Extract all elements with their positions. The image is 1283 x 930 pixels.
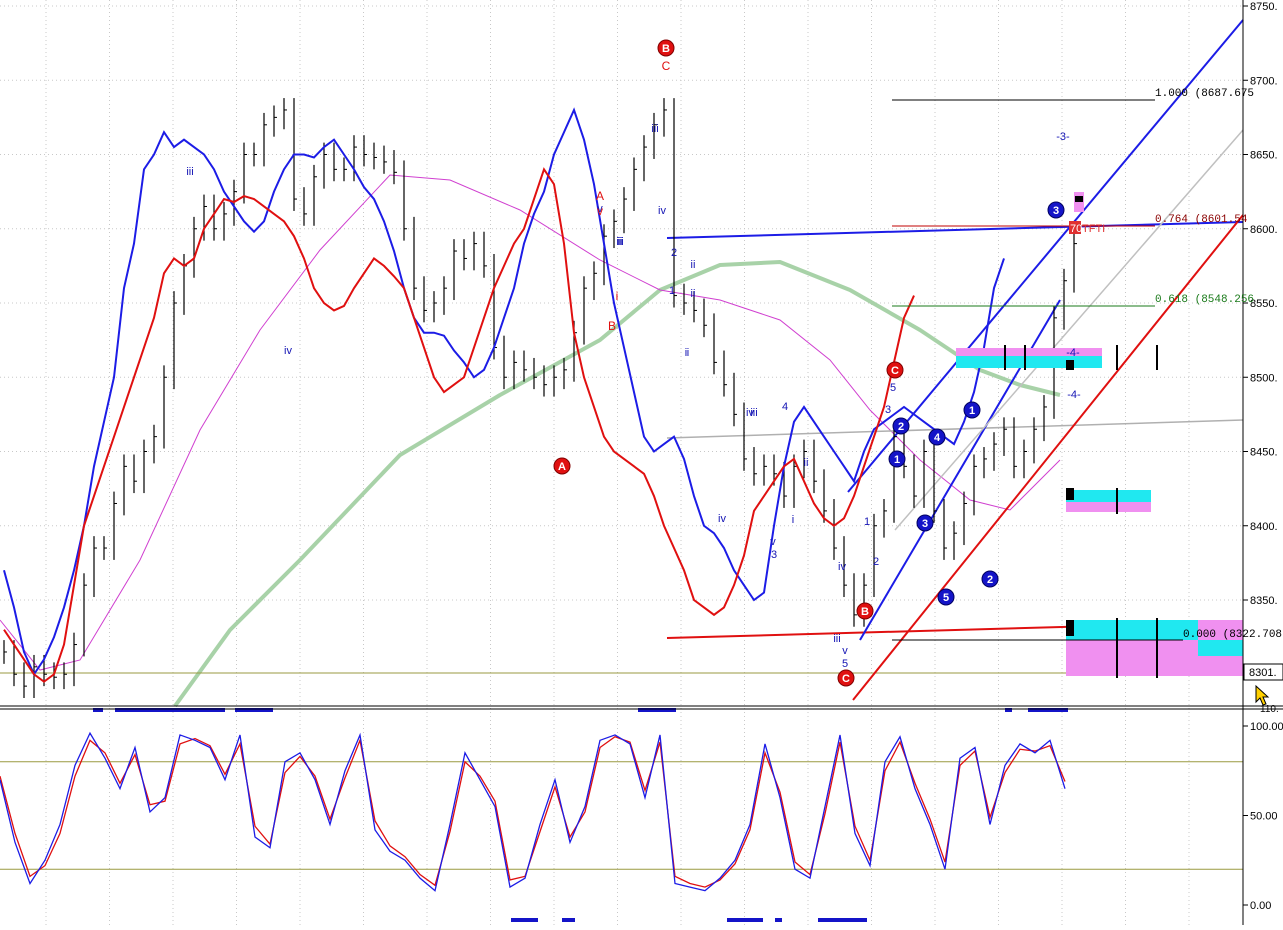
- wave-label-blue: iii: [833, 633, 840, 645]
- price-tick-label: 8350.: [1250, 595, 1278, 607]
- wave-label-blue: iv: [746, 407, 754, 419]
- zone-cyan-4: [1198, 640, 1243, 656]
- wave-circle-blue-text: 5: [943, 592, 949, 604]
- chart-stage: iii iv iii ii iv v iii iv ii ii iv i 2 1 i ii i iii v 3 iv 4 i…: [0, 0, 1283, 925]
- wave-label-blue: iii: [186, 166, 193, 178]
- tfti-box-number: 70: [1070, 223, 1082, 235]
- wave-label-blue: -4-: [1066, 347, 1080, 359]
- wave-circle-blue-text: 2: [987, 574, 993, 586]
- osc-signal-bar: [511, 918, 538, 922]
- wave-circle-blue-text: 3: [1053, 205, 1059, 217]
- zone-block: [1066, 488, 1074, 500]
- price-tick-label: 8700.: [1250, 75, 1278, 87]
- price-tick-label: 8500.: [1250, 372, 1278, 384]
- wave-label-blue: 3: [771, 549, 777, 561]
- zone-cyan-2: [1066, 490, 1151, 502]
- zone-cyan-3: [1066, 620, 1198, 640]
- price-tick-label: 8600.: [1250, 224, 1278, 236]
- wave-circle-red-text: B: [662, 43, 670, 55]
- wave-label-red: i: [616, 289, 619, 303]
- zone-cyan: [956, 356, 1102, 368]
- price-tick-label: 8400.: [1250, 521, 1278, 533]
- wave-label-blue: iii: [616, 236, 623, 248]
- wave-label-blue: ii: [691, 288, 696, 300]
- chart-canvas: iiiiviiiiiivviiiiviiiiivi21iiiiiiiv3iv4i…: [0, 0, 1283, 925]
- wave-circle-red-text: B: [861, 606, 869, 618]
- zone-block: [1066, 620, 1074, 636]
- wave-label-red: B: [608, 319, 616, 333]
- wave-circle-blue-text: 3: [922, 518, 928, 530]
- wave-label-blue: iv: [718, 513, 726, 525]
- wave-label-blue: 5: [842, 658, 848, 670]
- osc-top-label: 110.: [1260, 704, 1279, 715]
- wave-circle-blue-text: 1: [969, 405, 975, 417]
- wave-label-blue: i: [685, 347, 687, 359]
- osc-signal-bar: [775, 918, 782, 922]
- wave-label-blue: 2: [873, 556, 879, 568]
- wave-circle-blue-text: 2: [898, 421, 904, 433]
- wave-label-blue: i: [792, 514, 794, 526]
- osc-signal-bar: [727, 918, 763, 922]
- wave-label-blue: v: [770, 536, 776, 548]
- zone-block: [1066, 360, 1074, 370]
- wave-label-blue: iii: [651, 123, 658, 135]
- osc-signal-bar: [562, 918, 575, 922]
- price-tick-label: 8550.: [1250, 298, 1278, 310]
- wave-label-red: A: [596, 189, 604, 203]
- wave-label-blue: -4-: [1067, 389, 1081, 401]
- fib-618-label: 0.618 (8548.256: [1155, 294, 1254, 306]
- wave-label-blue: 3: [885, 404, 891, 416]
- tfti-label: TFTI: [1082, 223, 1105, 235]
- wave-label-blue: ii: [804, 457, 809, 469]
- osc-tick-label: 100.00: [1250, 721, 1283, 733]
- wave-label-blue: 2: [671, 247, 677, 259]
- wave-label-blue: 4: [782, 401, 788, 413]
- wave-circle-red-text: C: [842, 673, 850, 685]
- fib-100-label: 1.000 (8687.675: [1155, 88, 1254, 100]
- wave-label-blue: ii: [691, 259, 696, 271]
- last-price-label: 8301.: [1249, 667, 1277, 679]
- wave-label-red: C: [662, 59, 671, 73]
- price-tick-label: 8750.: [1250, 1, 1278, 13]
- fib-000-label: 0.000 (8322.708: [1183, 629, 1282, 641]
- wave-label-blue: v: [842, 645, 848, 657]
- wave-label-blue: iv: [658, 205, 666, 217]
- wave-circle-blue-text: 4: [934, 432, 941, 444]
- wave-label-blue: 1: [669, 285, 675, 297]
- price-tick-label: 8650.: [1250, 150, 1278, 162]
- price-tick-label: 8450.: [1250, 447, 1278, 459]
- wave-label-red: v: [597, 204, 603, 218]
- wave-circle-red-text: C: [891, 365, 899, 377]
- wave-circle-blue-text: 1: [894, 454, 900, 466]
- wave-label-blue: 5: [890, 382, 896, 394]
- wave-label-blue: 1: [864, 516, 870, 528]
- osc-tick-label: 0.00: [1250, 900, 1271, 912]
- osc-tick-label: 50.00: [1250, 811, 1278, 823]
- wave-label-blue: -3-: [1056, 131, 1070, 143]
- wave-label-blue: iv: [284, 345, 292, 357]
- zone-small-black: [1075, 196, 1083, 202]
- fib-764-label: 0.764 (8601.54: [1155, 214, 1248, 226]
- wave-circle-red-text: A: [558, 461, 566, 473]
- osc-signal-bar: [818, 918, 867, 922]
- wave-label-blue: iv: [838, 561, 846, 573]
